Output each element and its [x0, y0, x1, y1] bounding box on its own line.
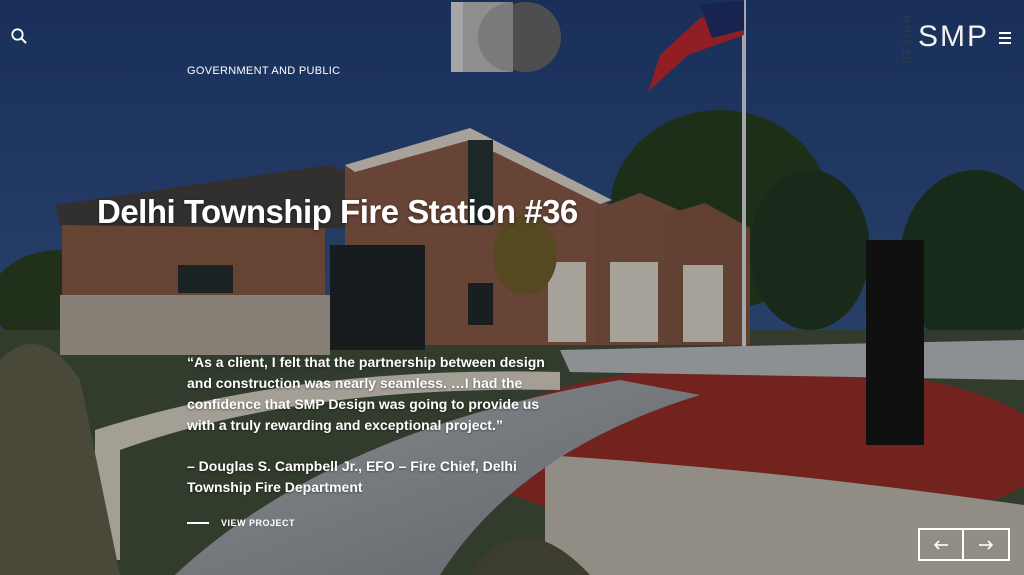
- site-logo[interactable]: DESIGN SMP: [451, 2, 987, 72]
- view-project-link[interactable]: VIEW PROJECT: [187, 518, 295, 528]
- link-line-decoration: [187, 522, 209, 524]
- quote-attribution: – Douglas S. Campbell Jr., EFO – Fire Ch…: [187, 458, 517, 495]
- hero-slide: DESIGN SMP GOVERNMENT AND PUBLIC Delhi T…: [0, 0, 1024, 575]
- next-slide-button[interactable]: [964, 528, 1010, 561]
- menu-button[interactable]: [998, 30, 1014, 46]
- slider-controls: [918, 528, 1010, 561]
- logo-graphic: [451, 2, 561, 72]
- search-button[interactable]: [10, 27, 30, 47]
- logo-design-text: DESIGN: [902, 13, 913, 65]
- client-quote: “As a client, I felt that the partnershi…: [187, 354, 545, 433]
- previous-slide-button[interactable]: [918, 528, 964, 561]
- project-category: GOVERNMENT AND PUBLIC: [187, 65, 341, 77]
- project-title: Delhi Township Fire Station #36: [97, 193, 578, 230]
- search-icon: [11, 28, 27, 44]
- hamburger-menu-icon: [999, 32, 1011, 44]
- view-project-label: VIEW PROJECT: [221, 518, 296, 528]
- arrow-right-icon: [979, 539, 994, 550]
- arrow-left-icon: [933, 539, 948, 550]
- logo-smp-text: SMP: [918, 20, 990, 53]
